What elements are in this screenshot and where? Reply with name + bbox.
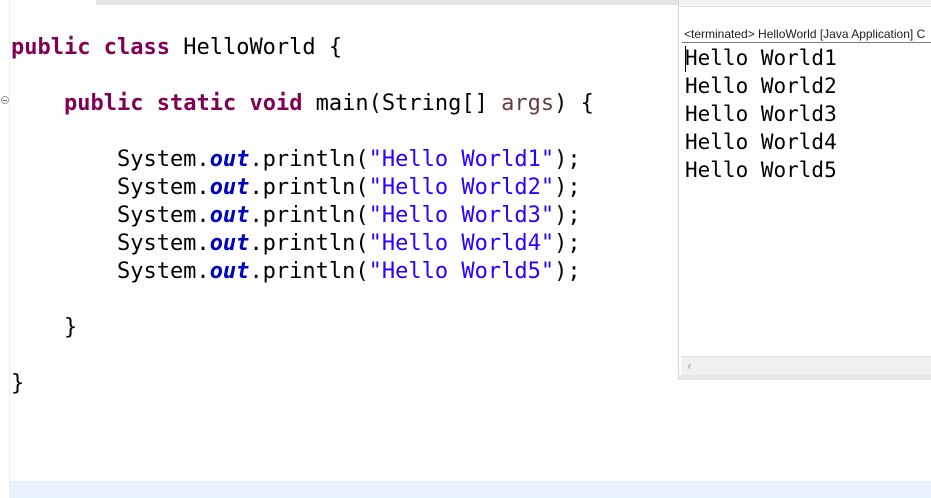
code-token: .println(	[249, 203, 369, 228]
code-token: System.	[11, 203, 210, 228]
keyword-token: static	[156, 91, 237, 116]
field-token: out	[209, 147, 250, 172]
console-output-line[interactable]: Hello World2	[685, 72, 837, 100]
console-tab-strip	[679, 0, 931, 7]
code-token: .println(	[249, 175, 369, 200]
code-line-2[interactable]: public static void main(String[] args) {	[11, 90, 594, 118]
code-line-5[interactable]: System.out.println("Hello World3");	[11, 202, 581, 230]
code-token: .println(	[249, 259, 369, 284]
parameter-token: args	[501, 91, 555, 116]
string-literal-token: "Hello World3"	[368, 203, 555, 228]
code-token: System.	[11, 259, 210, 284]
code-token: .println(	[249, 231, 369, 256]
string-literal-token: "Hello World4"	[368, 231, 555, 256]
editor-gutter	[0, 0, 10, 498]
code-editor[interactable]: public class HelloWorld { public static …	[0, 0, 678, 498]
console-output-line[interactable]: Hello World5	[685, 156, 837, 184]
code-line-3[interactable]: System.out.println("Hello World1");	[11, 146, 581, 174]
scroll-left-arrow-icon[interactable]: ‹	[687, 359, 692, 373]
code-token: );	[554, 259, 581, 284]
string-literal-token: "Hello World1"	[368, 147, 555, 172]
code-line-8[interactable]: }	[11, 314, 77, 342]
code-token: System.	[11, 175, 210, 200]
code-token: );	[554, 231, 581, 256]
console-launch-label: <terminated> HelloWorld [Java Applicatio…	[684, 27, 926, 41]
code-token: System.	[11, 147, 210, 172]
code-token: );	[554, 147, 581, 172]
current-line-highlight	[9, 481, 931, 498]
horizontal-scrollbar[interactable]: ‹	[681, 356, 931, 375]
fold-collapse-icon[interactable]	[1, 96, 9, 104]
code-line-9[interactable]: }	[11, 370, 24, 398]
code-token: );	[554, 203, 581, 228]
code-token: );	[554, 175, 581, 200]
keyword-token: public	[11, 35, 91, 60]
code-line-6[interactable]: System.out.println("Hello World4");	[11, 230, 581, 258]
code-line-7[interactable]: System.out.println("Hello World5");	[11, 258, 581, 286]
keyword-token: class	[103, 35, 170, 60]
console-output-line[interactable]: Hello World1	[685, 44, 837, 72]
code-line-1[interactable]: public class HelloWorld {	[11, 34, 342, 62]
code-token: System.	[11, 231, 210, 256]
console-view[interactable]: <terminated> HelloWorld [Java Applicatio…	[678, 0, 931, 380]
field-token: out	[209, 175, 250, 200]
editor-tab-strip	[96, 0, 678, 5]
code-token: main(String[]	[302, 91, 502, 116]
console-bottom-edge	[679, 375, 931, 380]
field-token: out	[209, 259, 250, 284]
console-header-divider	[682, 42, 931, 43]
code-token: .println(	[249, 147, 369, 172]
code-line-4[interactable]: System.out.println("Hello World2");	[11, 174, 581, 202]
code-token: }	[11, 315, 78, 340]
code-token: HelloWorld {	[169, 35, 343, 60]
code-token: ) {	[554, 91, 594, 116]
field-token: out	[209, 231, 250, 256]
code-token: }	[11, 371, 25, 396]
string-literal-token: "Hello World2"	[368, 175, 555, 200]
string-literal-token: "Hello World5"	[368, 259, 555, 284]
field-token: out	[209, 203, 250, 228]
keyword-token: void	[249, 91, 303, 116]
keyword-token: public	[63, 91, 144, 116]
console-output-line[interactable]: Hello World3	[685, 100, 837, 128]
console-output-line[interactable]: Hello World4	[685, 128, 837, 156]
